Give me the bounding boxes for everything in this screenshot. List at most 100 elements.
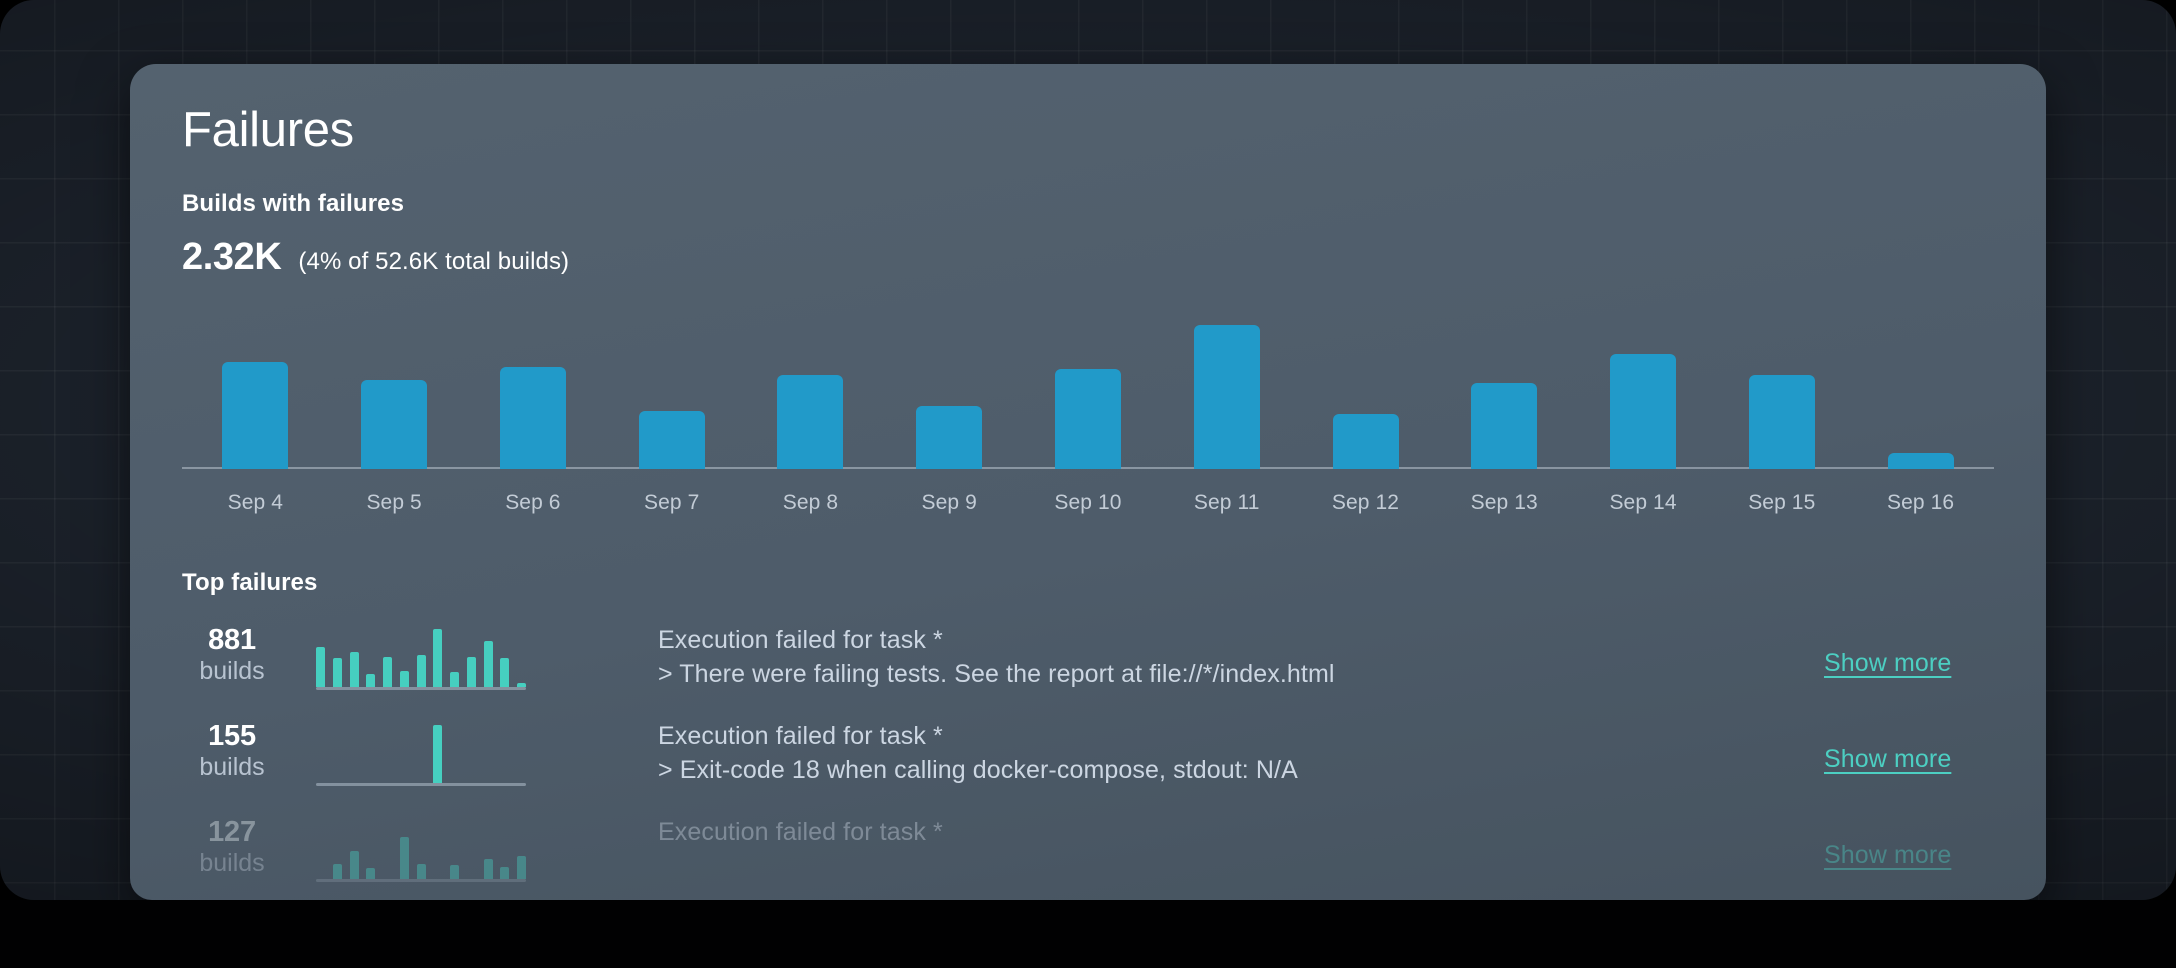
failure-count-unit: builds bbox=[199, 849, 265, 878]
sparkline-bars bbox=[316, 721, 526, 786]
sparkline-bar bbox=[332, 657, 342, 687]
sparkline-bar bbox=[466, 656, 476, 687]
bar-column[interactable]: Sep 5 bbox=[325, 325, 464, 515]
failure-message-line-2: > Exit-code 18 when calling docker-compo… bbox=[658, 756, 1298, 785]
sparkline-baseline bbox=[316, 878, 526, 882]
sparkline-bar bbox=[399, 670, 409, 687]
failure-message-line-1: Execution failed for task * bbox=[658, 721, 943, 750]
chart-x-tick-label: Sep 14 bbox=[1609, 490, 1677, 514]
sparkline-bar bbox=[450, 864, 459, 879]
sparkline-bar bbox=[433, 724, 443, 783]
failure-message-line-1: Execution failed for task * bbox=[658, 625, 943, 654]
chart-x-tick-label: Sep 8 bbox=[782, 490, 839, 514]
bar-column[interactable]: Sep 4 bbox=[186, 325, 325, 515]
bar-column[interactable]: Sep 15 bbox=[1712, 325, 1851, 515]
chart-bar[interactable] bbox=[1332, 413, 1399, 469]
bar-column[interactable]: Sep 12 bbox=[1296, 325, 1435, 515]
sparkline-bars bbox=[316, 625, 526, 690]
chart-bar[interactable] bbox=[1887, 453, 1954, 469]
bar-column[interactable]: Sep 11 bbox=[1157, 324, 1296, 515]
failure-count-unit: builds bbox=[199, 657, 265, 686]
top-failures-list: 881 builds Execution failed for task * > Th… bbox=[182, 619, 1994, 900]
show-more-link[interactable]: Show more bbox=[1824, 649, 1951, 677]
screen: Failures Builds with failures 2.32K (4% … bbox=[0, 0, 2176, 968]
failure-build-count: 155 builds bbox=[182, 715, 282, 782]
sparkline-bar bbox=[483, 859, 493, 879]
sparkline-bar bbox=[332, 863, 342, 879]
bar-column[interactable]: Sep 16 bbox=[1851, 325, 1990, 515]
bar-column[interactable]: Sep 7 bbox=[602, 325, 741, 515]
sparkline-bar bbox=[517, 855, 526, 879]
failure-row-action: Show more bbox=[1824, 619, 1994, 678]
chart-bar[interactable] bbox=[638, 411, 705, 469]
failure-count-number: 881 bbox=[208, 623, 256, 656]
failure-sparkline bbox=[316, 811, 526, 885]
failure-message: Execution failed for task * bbox=[658, 811, 1824, 850]
failures-count-value: 2.32K bbox=[182, 235, 282, 278]
sparkline-bar bbox=[316, 647, 325, 687]
sparkline-bar bbox=[383, 656, 392, 687]
failures-metric: 2.32K (4% of 52.6K total builds) bbox=[182, 236, 1994, 279]
chart-bar[interactable] bbox=[1193, 324, 1260, 469]
chart-x-tick-label: Sep 16 bbox=[1886, 490, 1955, 514]
bar-column[interactable]: Sep 13 bbox=[1435, 325, 1574, 515]
bar-column[interactable]: Sep 14 bbox=[1574, 325, 1713, 515]
failure-message: Execution failed for task * > Exit-code 1… bbox=[658, 715, 1824, 788]
failure-message: Execution failed for task * > There were … bbox=[658, 619, 1824, 692]
chart-x-tick-label: Sep 6 bbox=[505, 490, 561, 514]
bar-column[interactable]: Sep 9 bbox=[880, 325, 1019, 515]
builds-with-failures-label: Builds with failures bbox=[182, 189, 405, 217]
viewport-bottom-cutoff bbox=[0, 900, 2176, 968]
sparkline-bar bbox=[416, 655, 426, 687]
page-title: Failures bbox=[182, 103, 354, 157]
sparkline-bar bbox=[500, 657, 510, 687]
failure-message-line-2: > There were failing tests. See the repo… bbox=[658, 660, 1335, 689]
chart-bar[interactable] bbox=[222, 361, 289, 469]
chart-bar[interactable] bbox=[1471, 382, 1538, 469]
chart-x-tick-label: Sep 5 bbox=[366, 490, 422, 514]
sparkline-bars bbox=[316, 817, 526, 882]
failure-row-action: Show more bbox=[1824, 811, 1994, 870]
show-more-link[interactable]: Show more bbox=[1824, 841, 1951, 869]
sparkline-bar bbox=[366, 673, 376, 687]
bar-column[interactable]: Sep 6 bbox=[464, 325, 603, 515]
chart-x-tick-label: Sep 13 bbox=[1470, 490, 1538, 514]
chart-bar[interactable] bbox=[916, 406, 983, 469]
sparkline-bar bbox=[349, 851, 359, 879]
sparkline-bar bbox=[433, 628, 443, 687]
failure-row[interactable]: 155 builds Execution failed for task * > Ex… bbox=[182, 715, 1994, 811]
chart-bar[interactable] bbox=[499, 366, 566, 469]
failure-count-number: 155 bbox=[208, 719, 256, 752]
sparkline-bar bbox=[399, 837, 409, 879]
failures-card: Failures Builds with failures 2.32K (4% … bbox=[130, 64, 2046, 900]
sparkline-bar bbox=[500, 867, 510, 879]
failure-sparkline bbox=[316, 715, 526, 789]
chart-bar[interactable] bbox=[1748, 374, 1815, 469]
chart-x-tick-label: Sep 10 bbox=[1054, 490, 1122, 514]
show-more-link[interactable]: Show more bbox=[1824, 745, 1951, 773]
chart-bar[interactable] bbox=[777, 374, 844, 469]
chart-bar[interactable] bbox=[1610, 353, 1677, 469]
failure-row[interactable]: 127 builds Execution failed for task * Show… bbox=[182, 811, 1994, 900]
failure-row-action: Show more bbox=[1824, 715, 1994, 774]
bar-column[interactable]: Sep 10 bbox=[1019, 325, 1158, 515]
failure-count-unit: builds bbox=[199, 753, 265, 782]
top-failures-heading: Top failures bbox=[182, 568, 318, 596]
failure-build-count: 127 builds bbox=[182, 811, 282, 878]
failure-row[interactable]: 881 builds Execution failed for task * > Th… bbox=[182, 619, 1994, 715]
chart-x-tick-label: Sep 12 bbox=[1331, 490, 1400, 514]
sparkline-baseline bbox=[316, 782, 526, 786]
chart-bar[interactable] bbox=[361, 379, 428, 469]
bar-column[interactable]: Sep 8 bbox=[741, 325, 880, 515]
chart-x-tick-label: Sep 7 bbox=[643, 490, 700, 514]
chart-x-tick-label: Sep 9 bbox=[921, 490, 977, 514]
failure-build-count: 881 builds bbox=[182, 619, 282, 686]
chart-bar[interactable] bbox=[1054, 369, 1121, 469]
failures-percent-note: (4% of 52.6K total builds) bbox=[298, 247, 570, 275]
sparkline-baseline bbox=[316, 686, 526, 690]
chart-x-tick-label: Sep 15 bbox=[1748, 490, 1816, 514]
sparkline-bar bbox=[450, 672, 459, 687]
sparkline-bar bbox=[483, 640, 493, 687]
chart-x-tick-label: Sep 11 bbox=[1193, 490, 1260, 514]
failure-count-number: 127 bbox=[208, 815, 256, 848]
